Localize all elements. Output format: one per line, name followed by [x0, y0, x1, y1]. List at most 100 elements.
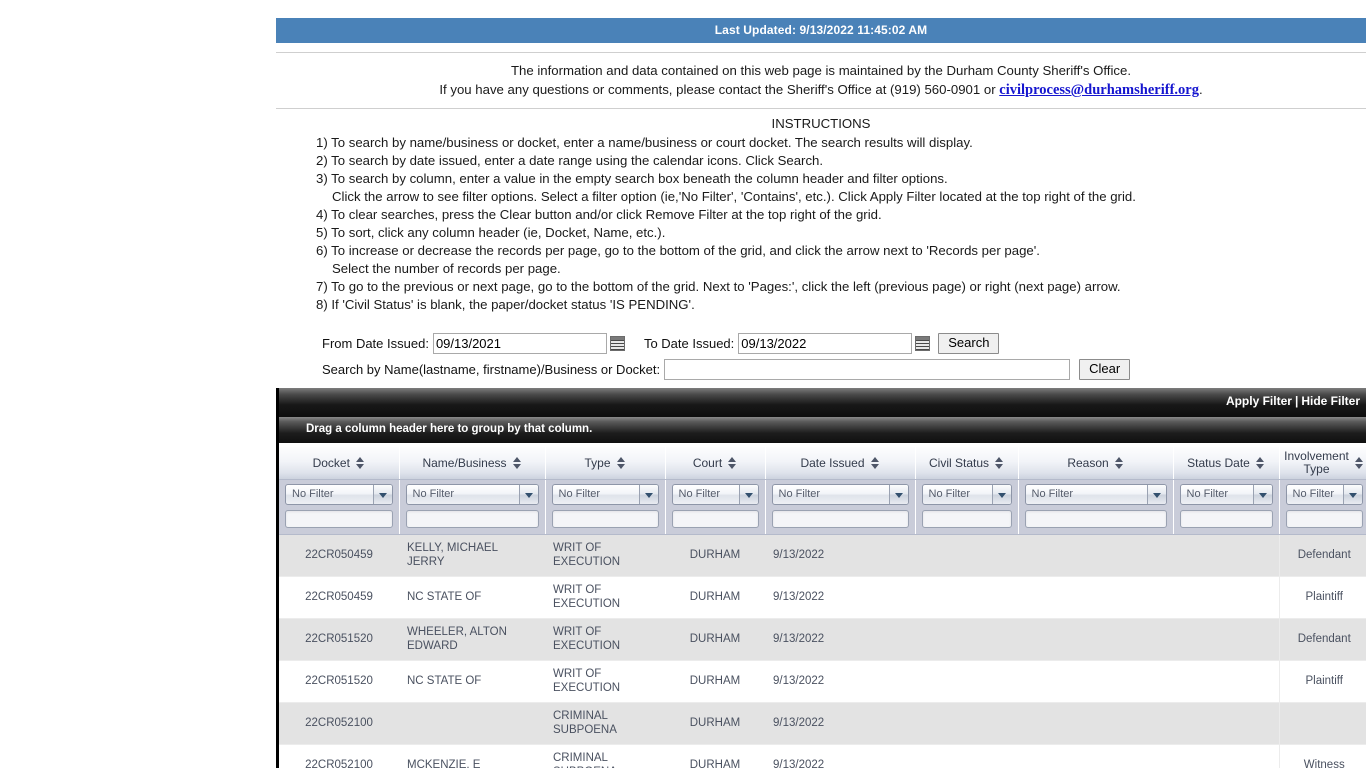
table-row[interactable]: 22CR050459 NC STATE OF WRIT OF EXECUTION DU…: [279, 576, 1366, 619]
civil-process-email-link[interactable]: civilprocess@durhamsheriff.org: [999, 82, 1199, 98]
cell-date_issued: 9/13/2022: [765, 576, 915, 619]
filter-dropdown-value: No Filter: [1186, 488, 1229, 500]
table-row[interactable]: 22CR051520 NC STATE OF WRIT OF EXECUTION DU…: [279, 660, 1366, 703]
cell-reason: [1018, 660, 1173, 703]
clear-button[interactable]: Clear: [1079, 358, 1131, 380]
chevron-down-icon[interactable]: [518, 485, 538, 504]
cell-type: WRIT OF EXECUTION: [545, 618, 665, 661]
to-date-input[interactable]: [738, 332, 913, 354]
cell-name: NC STATE OF: [399, 576, 545, 619]
cell-docket: 22CR050459: [279, 534, 399, 577]
cell-type: CRIMINAL SUBPOENA: [545, 744, 665, 768]
sort-arrows-icon[interactable]: [512, 456, 522, 470]
name-search-row: Search by Name(lastname, firstname)/Busi…: [322, 357, 1366, 381]
filter-text-input-involvement_type[interactable]: [1285, 510, 1363, 528]
from-date-input[interactable]: [432, 332, 607, 354]
chevron-down-icon[interactable]: [888, 485, 908, 504]
cell-status_date: [1173, 618, 1280, 661]
to-date-calendar-icon[interactable]: [915, 335, 931, 351]
instruction-line: 5) To sort, click any column header (ie,…: [316, 225, 666, 240]
instruction-line: 3) To search by column, enter a value in…: [316, 171, 948, 186]
name-search-input[interactable]: [664, 358, 1071, 380]
filter-text-input-docket[interactable]: [285, 510, 393, 528]
chevron-down-icon[interactable]: [1342, 485, 1362, 504]
chevron-down-icon[interactable]: [1252, 485, 1272, 504]
sort-arrows-icon[interactable]: [1114, 456, 1124, 470]
filter-text-input-type[interactable]: [551, 510, 659, 528]
filter-dropdown-docket[interactable]: No Filter: [285, 484, 393, 505]
cell-docket: 22CR051520: [279, 660, 399, 703]
table-row[interactable]: 22CR052100MCKENZIE, ECRIMINAL SUBPOENADU…: [279, 744, 1366, 768]
column-header-type[interactable]: Type: [545, 447, 666, 480]
hide-filter-link[interactable]: Hide Filter: [1301, 394, 1360, 408]
cell-docket: 22CR052100: [279, 744, 399, 768]
filter-text-input-status_date[interactable]: [1179, 510, 1273, 528]
sort-arrows-icon[interactable]: [616, 456, 626, 470]
chevron-down-icon[interactable]: [738, 485, 758, 504]
column-header-status_date[interactable]: Status Date: [1173, 447, 1280, 480]
filter-dropdown-involvement_type[interactable]: No Filter: [1285, 484, 1363, 505]
table-row[interactable]: 22CR050459 KELLY, MICHAEL JERRY WRIT OF EX…: [279, 534, 1366, 577]
search-button[interactable]: Search: [938, 332, 1000, 354]
sort-arrows-icon[interactable]: [728, 456, 737, 470]
cell-name: KELLY, MICHAEL JERRY: [399, 534, 545, 577]
filter-dropdown-value: No Filter: [928, 488, 971, 500]
cell-status_date: [1173, 576, 1280, 619]
filter-cell-docket: No Filter: [279, 479, 400, 535]
sort-arrows-icon[interactable]: [870, 456, 880, 470]
cell-date_issued: 9/13/2022: [765, 660, 915, 703]
filter-cell-name: No Filter: [399, 479, 546, 535]
filter-dropdown-reason[interactable]: No Filter: [1024, 484, 1167, 505]
cell-involvement_type: [1279, 702, 1366, 745]
chevron-down-icon[interactable]: [991, 485, 1011, 504]
page-root: Last Updated: 9/13/2022 11:45:02 AM The …: [0, 0, 1366, 768]
filter-text-input-name[interactable]: [405, 510, 539, 528]
cell-civil_status: [915, 534, 1018, 577]
top-content: Last Updated: 9/13/2022 11:45:02 AM The …: [276, 0, 1366, 383]
filter-text-input-court[interactable]: [671, 510, 759, 528]
filter-dropdown-date_issued[interactable]: No Filter: [771, 484, 909, 505]
filter-dropdown-value: No Filter: [558, 488, 601, 500]
column-header-court[interactable]: Court: [665, 447, 766, 480]
sort-arrows-icon[interactable]: [995, 456, 1004, 470]
grid-toolbar-links: Apply Filter | Hide Filter: [1226, 394, 1360, 408]
cell-involvement_type: Plaintiff: [1279, 576, 1366, 619]
column-header-involvement_type[interactable]: Involvement Type: [1279, 447, 1366, 480]
filter-dropdown-status_date[interactable]: No Filter: [1179, 484, 1273, 505]
cell-date_issued: 9/13/2022: [765, 534, 915, 577]
filter-text-input-civil_status[interactable]: [921, 510, 1012, 528]
column-header-civil_status[interactable]: Civil Status: [915, 447, 1019, 480]
chevron-down-icon[interactable]: [372, 485, 392, 504]
table-row[interactable]: 22CR052100 CRIMINAL SUBPOENA DURHAM 9/13/20…: [279, 702, 1366, 745]
column-header-label: Court: [692, 455, 723, 470]
date-range-row: From Date Issued: To Date Issued: Search: [322, 331, 1366, 355]
filter-text-input-reason[interactable]: [1024, 510, 1167, 528]
filter-dropdown-court[interactable]: No Filter: [671, 484, 759, 505]
apply-filter-link[interactable]: Apply Filter: [1226, 394, 1292, 408]
column-header-name[interactable]: Name/Business: [399, 447, 546, 480]
filter-text-input-date_issued[interactable]: [771, 510, 909, 528]
sort-arrows-icon[interactable]: [1255, 456, 1265, 470]
column-header-docket[interactable]: Docket: [279, 447, 400, 480]
instruction-line: 1) To search by name/business or docket,…: [316, 135, 973, 150]
filter-dropdown-type[interactable]: No Filter: [551, 484, 659, 505]
group-panel-hint: Drag a column header here to group by th…: [306, 423, 593, 435]
grid-group-panel[interactable]: Drag a column header here to group by th…: [279, 417, 1366, 443]
column-header-reason[interactable]: Reason: [1018, 447, 1174, 480]
filter-dropdown-value: No Filter: [1292, 488, 1335, 500]
chevron-down-icon[interactable]: [638, 485, 658, 504]
sort-arrows-icon[interactable]: [1354, 456, 1364, 470]
column-header-label: Reason: [1067, 455, 1109, 470]
sort-arrows-icon[interactable]: [355, 456, 365, 470]
column-header-label: Involvement Type: [1284, 449, 1349, 476]
results-grid: Apply Filter | Hide Filter Drag a column h…: [276, 388, 1366, 768]
chevron-down-icon[interactable]: [1146, 485, 1166, 504]
from-date-calendar-icon[interactable]: [609, 335, 625, 351]
filter-dropdown-name[interactable]: No Filter: [405, 484, 539, 505]
column-header-date_issued[interactable]: Date Issued: [765, 447, 916, 480]
table-row[interactable]: 22CR051520 WHEELER, ALTON EDWARD WRIT OF E…: [279, 618, 1366, 661]
filter-dropdown-civil_status[interactable]: No Filter: [921, 484, 1012, 505]
column-header-label: Type: [584, 455, 611, 470]
cell-civil_status: [915, 744, 1018, 768]
cell-civil_status: [915, 660, 1018, 703]
